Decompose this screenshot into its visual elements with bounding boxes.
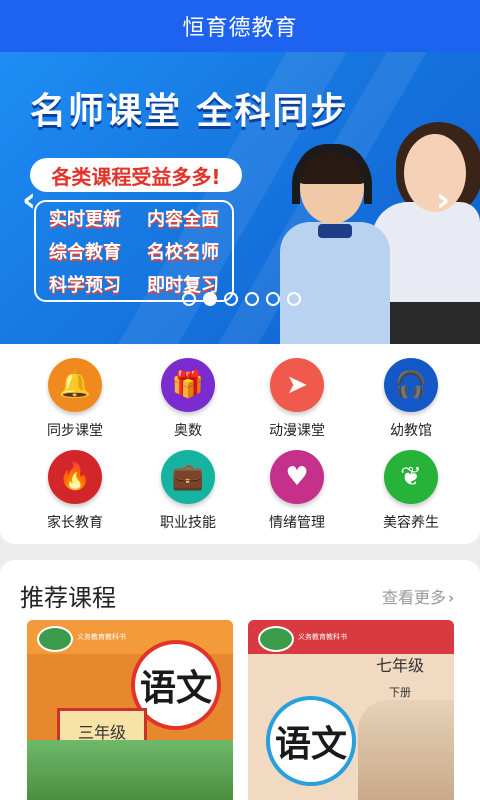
- carousel-dot[interactable]: [224, 292, 238, 306]
- student-figure: [280, 222, 390, 344]
- view-more-label: 查看更多: [382, 588, 447, 607]
- category-item[interactable]: 🔔 同步课堂: [25, 358, 125, 440]
- category-item[interactable]: ➤ 动漫课堂: [247, 358, 347, 440]
- book-series: 义务教育教科书: [298, 633, 347, 641]
- banner-feature: 实时更新: [49, 209, 121, 231]
- view-more-link[interactable]: 查看更多 ›: [382, 584, 454, 608]
- gift-icon: 🎁: [161, 358, 215, 412]
- bell-icon: 🔔: [48, 358, 102, 412]
- category-label: 家长教育: [47, 515, 103, 531]
- category-label: 情绪管理: [269, 515, 325, 531]
- carousel-dot[interactable]: [287, 292, 301, 306]
- course-card[interactable]: 义务教育教科书 语文 三年级 上册: [27, 620, 233, 800]
- category-label: 同步课堂: [47, 423, 103, 439]
- category-item[interactable]: 💼 职业技能: [138, 450, 238, 532]
- app-title: 恒育德教育: [182, 16, 298, 41]
- book-grade: 七年级: [375, 656, 424, 675]
- category-label: 职业技能: [160, 515, 216, 531]
- carousel-next-icon[interactable]: ›: [436, 180, 450, 220]
- carousel-dot[interactable]: [266, 292, 280, 306]
- student-bowtie: [318, 224, 352, 238]
- banner-headline: 名师课堂 全科同步: [30, 91, 349, 132]
- category-label: 幼教馆: [390, 423, 432, 439]
- cover-illustration: [27, 740, 233, 800]
- grade-box: 七年级 下册: [358, 648, 442, 708]
- carousel-dot[interactable]: [245, 292, 259, 306]
- carousel-dot[interactable]: [203, 292, 217, 306]
- category-item[interactable]: 🎧 幼教馆: [361, 358, 461, 440]
- heart-icon: ♥: [270, 450, 324, 504]
- book-volume: 下册: [389, 686, 411, 699]
- banner-feature: 综合教育: [49, 241, 121, 263]
- carousel-indicator: [182, 292, 301, 306]
- category-item[interactable]: ♥ 情绪管理: [247, 450, 347, 532]
- briefcase-icon: 💼: [161, 450, 215, 504]
- category-item[interactable]: 🔥 家长教育: [25, 450, 125, 532]
- banner-feature: 科学预习: [49, 274, 121, 296]
- teacher-face: [404, 134, 466, 212]
- book-title: 语文: [266, 696, 356, 786]
- course-card[interactable]: 义务教育教科书 七年级 下册 语文: [248, 620, 454, 800]
- flame-icon: 🔥: [48, 450, 102, 504]
- banner-carousel[interactable]: 名师课堂 全科同步 各类课程受益多多! 实时更新 内容全面 综合教育 名校名师 …: [0, 52, 480, 344]
- banner-subtitle: 各类课程受益多多!: [30, 158, 242, 192]
- paper-plane-icon: ➤: [270, 358, 324, 412]
- category-label: 动漫课堂: [269, 423, 325, 439]
- banner-feature: 内容全面: [147, 209, 219, 231]
- carousel-dot[interactable]: [182, 292, 196, 306]
- carousel-prev-icon[interactable]: ‹: [22, 180, 36, 220]
- chevron-right-icon: ›: [448, 589, 455, 607]
- headphones-icon: 🎧: [384, 358, 438, 412]
- publisher-logo-icon: [258, 626, 294, 652]
- leaf-icon: ❦: [384, 450, 438, 504]
- category-label: 奥数: [174, 423, 202, 439]
- section-title: 推荐课程: [20, 584, 116, 612]
- app-header: 恒育德教育: [0, 0, 480, 52]
- category-label: 美容养生: [383, 515, 439, 531]
- category-item[interactable]: ❦ 美容养生: [361, 450, 461, 532]
- banner-feature: 名校名师: [147, 241, 219, 263]
- teacher-skirt: [388, 302, 480, 344]
- cover-illustration: [358, 700, 454, 800]
- recommended-section: 推荐课程 查看更多› 义务教育教科书 语文 三年级 上册 义务教育教科书 七年级…: [0, 560, 480, 800]
- category-grid: 🔔 同步课堂 🎁 奥数 ➤ 动漫课堂 🎧 幼教馆 🔥 家长教育 💼 职业技能 ♥ 情绪管理 ❦ 美容养生: [0, 344, 480, 544]
- category-item[interactable]: 🎁 奥数: [138, 358, 238, 440]
- book-series: 义务教育教科书: [77, 633, 126, 641]
- publisher-logo-icon: [37, 626, 73, 652]
- banner-feature-box: 实时更新 内容全面 综合教育 名校名师 科学预习 即时复习: [34, 200, 234, 302]
